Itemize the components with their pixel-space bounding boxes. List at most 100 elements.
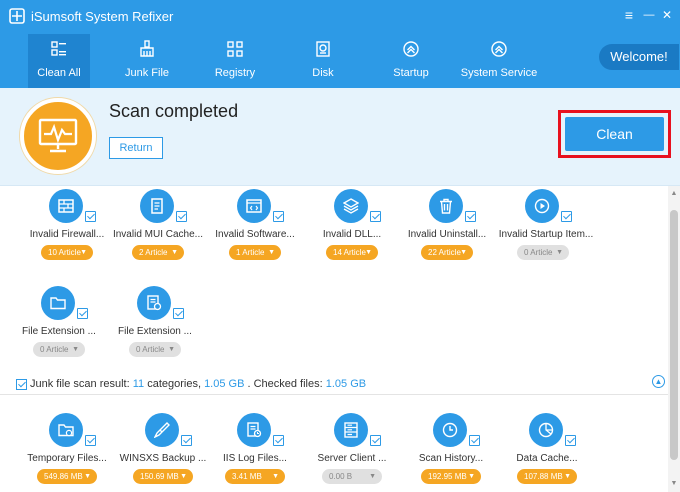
registry-item[interactable]: File Extension ... 0 Article ▼	[11, 286, 107, 366]
item-checkbox[interactable]	[465, 211, 476, 222]
item-name: Invalid Uninstall...	[407, 229, 487, 240]
clean-button[interactable]: Clean	[565, 117, 664, 151]
firewall-icon	[49, 189, 83, 223]
scroll-up-icon[interactable]: ▲	[670, 190, 678, 198]
divider	[0, 394, 668, 395]
dropdown-arrow-icon: ▼	[84, 473, 91, 480]
item-checkbox[interactable]	[469, 435, 480, 446]
item-checkbox[interactable]	[561, 211, 572, 222]
junk-item[interactable]: WINSXS Backup ... 150.69 MB ▼	[115, 413, 211, 492]
count-label: 10 Article	[48, 248, 81, 257]
item-name: Invalid Firewall...	[29, 229, 105, 240]
item-name: File Extension ...	[22, 326, 96, 337]
count-dropdown[interactable]: 10 Article ▼	[41, 245, 93, 260]
dropdown-arrow-icon: ▼	[369, 473, 376, 480]
count-dropdown[interactable]: 0 Article ▼	[33, 342, 85, 357]
scan-title: Scan completed	[109, 101, 239, 121]
nav-disk[interactable]: Disk	[292, 34, 354, 88]
brush-icon	[145, 413, 179, 447]
item-checkbox[interactable]	[181, 435, 192, 446]
count-dropdown[interactable]: 2 Article ▼	[132, 245, 184, 260]
main-nav: Clean All Junk File Registry Disk Startu…	[0, 34, 680, 88]
junk-item[interactable]: Data Cache... 107.88 MB ▼	[499, 413, 595, 492]
item-checkbox[interactable]	[370, 211, 381, 222]
count-dropdown[interactable]: 22 Article ▼	[421, 245, 473, 260]
item-checkbox[interactable]	[176, 211, 187, 222]
item-checkbox[interactable]	[565, 435, 576, 446]
item-name: Invalid Software...	[215, 229, 295, 240]
temp-folder-icon	[49, 413, 83, 447]
nav-system-service[interactable]: System Service	[456, 34, 542, 88]
broom-icon	[140, 40, 154, 57]
size-label: 3.41 MB	[232, 472, 262, 481]
size-dropdown[interactable]: 150.69 MB ▼	[133, 469, 193, 484]
dropdown-arrow-icon: ▼	[168, 346, 175, 353]
collapse-chevron-icon[interactable]: ▲	[652, 375, 665, 388]
size-label: 107.88 MB	[524, 472, 563, 481]
size-dropdown[interactable]: 0.00 B ▼	[322, 469, 382, 484]
vertical-scrollbar[interactable]: ▲ ▼	[668, 186, 680, 492]
nav-junk-file[interactable]: Junk File	[116, 34, 178, 88]
server-icon	[334, 413, 368, 447]
size-dropdown[interactable]: 107.88 MB ▼	[517, 469, 577, 484]
junk-item[interactable]: Temporary Files... 549.86 MB ▼	[19, 413, 115, 492]
play-icon	[525, 189, 559, 223]
item-checkbox[interactable]	[85, 211, 96, 222]
item-checkbox[interactable]	[370, 435, 381, 446]
registry-item[interactable]: Invalid Software... 1 Article ▼	[207, 189, 303, 269]
item-checkbox[interactable]	[77, 308, 88, 319]
item-name: Scan History...	[418, 453, 484, 464]
registry-item[interactable]: Invalid MUI Cache... 2 Article ▼	[110, 189, 206, 269]
size-dropdown[interactable]: 192.95 MB ▼	[421, 469, 481, 484]
junk-select-all-checkbox[interactable]	[16, 379, 27, 390]
item-checkbox[interactable]	[85, 435, 96, 446]
count-dropdown[interactable]: 0 Article ▼	[517, 245, 569, 260]
registry-item[interactable]: File Extension ... 0 Article ▼	[107, 286, 203, 366]
item-name: Server Client ...	[317, 453, 387, 464]
nav-clean-all[interactable]: Clean All	[28, 34, 90, 88]
count-label: 1 Article	[236, 248, 265, 257]
close-icon[interactable]: ✕	[658, 6, 676, 24]
item-checkbox[interactable]	[173, 308, 184, 319]
count-label: 0 Article	[136, 345, 165, 354]
dropdown-arrow-icon: ▼	[460, 249, 467, 256]
welcome-badge[interactable]: Welcome!	[599, 44, 679, 70]
count-dropdown[interactable]: 1 Article ▼	[229, 245, 281, 260]
item-name: WINSXS Backup ...	[119, 453, 207, 464]
software-icon	[237, 189, 271, 223]
registry-item[interactable]: Invalid Uninstall... 22 Article ▼	[399, 189, 495, 269]
dropdown-arrow-icon: ▼	[272, 473, 279, 480]
size-label: 150.69 MB	[140, 472, 179, 481]
registry-item[interactable]: Invalid Firewall... 10 Article ▼	[19, 189, 115, 269]
registry-item[interactable]: Invalid DLL... 14 Article ▼	[304, 189, 400, 269]
scroll-down-icon[interactable]: ▼	[670, 480, 678, 488]
size-label: 192.95 MB	[428, 472, 467, 481]
scan-status-badge	[20, 98, 96, 174]
registry-item[interactable]: Invalid Startup Item... 0 Article ▼	[495, 189, 597, 269]
scroll-thumb[interactable]	[670, 210, 678, 460]
dropdown-arrow-icon: ▼	[468, 473, 475, 480]
app-title: iSumsoft System Refixer	[31, 9, 174, 24]
minimize-icon[interactable]: —	[640, 6, 658, 24]
nav-registry[interactable]: Registry	[204, 34, 266, 88]
menu-icon[interactable]: ≡	[620, 6, 638, 24]
junk-item[interactable]: Server Client ... 0.00 B ▼	[304, 413, 400, 492]
cache-icon	[140, 189, 174, 223]
item-checkbox[interactable]	[273, 435, 284, 446]
item-name: Invalid DLL...	[322, 229, 382, 240]
item-name: Invalid Startup Item...	[498, 229, 594, 240]
nav-startup[interactable]: Startup	[380, 34, 442, 88]
results-panel: Invalid Firewall... 10 Article ▼ Invalid …	[0, 186, 668, 492]
count-dropdown[interactable]: 0 Article ▼	[129, 342, 181, 357]
nav-label: System Service	[460, 67, 538, 79]
monitor-pulse-icon	[38, 118, 78, 153]
size-dropdown[interactable]: 3.41 MB ▼	[225, 469, 285, 484]
count-dropdown[interactable]: 14 Article ▼	[326, 245, 378, 260]
summary-mid: categories,	[144, 378, 205, 390]
item-checkbox[interactable]	[273, 211, 284, 222]
dropdown-arrow-icon: ▼	[556, 249, 563, 256]
junk-item[interactable]: Scan History... 192.95 MB ▼	[403, 413, 499, 492]
size-dropdown[interactable]: 549.86 MB ▼	[37, 469, 97, 484]
junk-item[interactable]: IIS Log Files... 3.41 MB ▼	[207, 413, 303, 492]
return-button[interactable]: Return	[109, 137, 163, 159]
